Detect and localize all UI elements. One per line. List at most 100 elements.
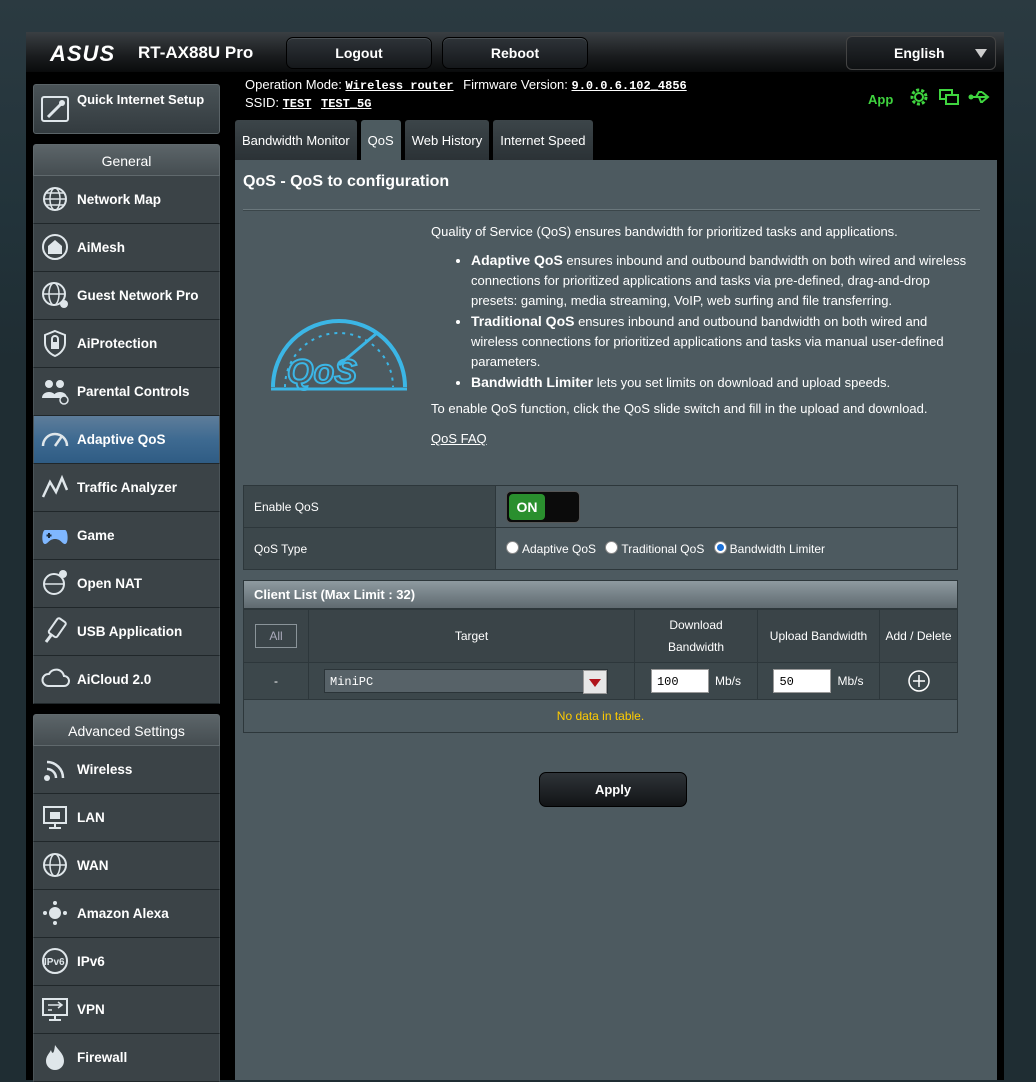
col-target: Target [308, 609, 635, 663]
all-button[interactable]: All [255, 624, 297, 648]
sidebar-item-lan[interactable]: LAN [33, 794, 220, 842]
sidebar-item-aimesh[interactable]: AiMesh [33, 224, 220, 272]
target-select[interactable]: MiniPC [324, 669, 608, 694]
general-section: General Network Map AiMesh Guest Network P… [33, 144, 220, 704]
qos-logo-text: QoS [287, 353, 357, 391]
tab-web-history[interactable]: Web History [404, 120, 490, 160]
sidebar-item-vpn[interactable]: VPN [33, 986, 220, 1034]
row-dash: - [243, 662, 309, 700]
sidebar-item-firewall[interactable]: Firewall [33, 1034, 220, 1082]
sidebar-item-label: Parental Controls [77, 384, 190, 399]
sidebar-item-aiprotection[interactable]: AiProtection [33, 320, 220, 368]
router-frame: ASUS RT-AX88U Pro Logout Reboot English … [26, 32, 1004, 1082]
sidebar-item-label: LAN [77, 810, 105, 825]
sidebar-item-label: Wireless [77, 762, 133, 777]
speedometer-icon [40, 424, 70, 454]
upload-input[interactable]: 50 [773, 669, 832, 693]
sidebar-item-label: AiMesh [77, 240, 126, 255]
vpn-icon [40, 994, 70, 1024]
sidebar-item-label: VPN [77, 1002, 105, 1017]
target-value: MiniPC [330, 675, 374, 689]
col-add-delete: Add / Delete [879, 609, 958, 663]
client-list-caption: Client List (Max Limit : 32) [243, 580, 958, 609]
sidebar-item-parental-controls[interactable]: Parental Controls [33, 368, 220, 416]
enable-qos-toggle[interactable]: ON [506, 490, 580, 523]
qos-type-label: QoS Type [243, 527, 496, 570]
lan-icon [40, 802, 70, 832]
sidebar-item-network-map[interactable]: Network Map [33, 176, 220, 224]
tab-internet-speed[interactable]: Internet Speed [493, 120, 593, 160]
traffic-chart-icon [40, 472, 70, 502]
tab-bandwidth-monitor[interactable]: Bandwidth Monitor [235, 120, 357, 160]
col-upload: Upload Bandwidth [757, 609, 880, 663]
radio-adaptive-label: Adaptive QoS [522, 542, 597, 556]
header-bar: ASUS RT-AX88U Pro Logout Reboot English [26, 32, 1004, 72]
globe-icon [40, 184, 70, 214]
qis-label: Quick Internet Setup [77, 92, 205, 107]
sidebar-item-ipv6[interactable]: IPv6 IPv6 [33, 938, 220, 986]
usb-icon [40, 616, 70, 646]
fw-version-link[interactable]: 9.0.0.6.102_4856 [572, 79, 687, 93]
language-select[interactable]: English [846, 36, 996, 70]
col-download: Download Bandwidth [634, 609, 758, 663]
sidebar-item-label: AiCloud 2.0 [77, 672, 152, 687]
dropdown-arrow-icon[interactable] [583, 670, 607, 694]
no-data-message: No data in table. [243, 699, 958, 733]
radio-adaptive-qos[interactable] [506, 541, 519, 554]
sidebar-item-aicloud-2-0[interactable]: AiCloud 2.0 [33, 656, 220, 704]
wand-icon [40, 93, 72, 130]
family-icon [40, 376, 70, 406]
bullet-traditional: Traditional QoS ensures inbound and outb… [471, 311, 976, 372]
bullet-limiter: Bandwidth Limiter lets you set limits on… [471, 372, 976, 393]
quick-internet-setup-button[interactable]: Quick Internet Setup [33, 84, 220, 134]
apply-button[interactable]: Apply [539, 772, 687, 807]
sidebar-item-label: Adaptive QoS [77, 432, 166, 447]
asus-logo: ASUS [50, 41, 116, 66]
gear-icon[interactable] [908, 86, 930, 113]
sidebar-item-usb-application[interactable]: USB Application [33, 608, 220, 656]
open-nat-icon [40, 568, 70, 598]
sidebar-item-label: WAN [77, 858, 109, 873]
cloud-icon [40, 664, 70, 694]
sidebar-item-traffic-analyzer[interactable]: Traffic Analyzer [33, 464, 220, 512]
advanced-title: Advanced Settings [33, 714, 220, 746]
reboot-button[interactable]: Reboot [442, 37, 588, 69]
app-link[interactable]: App [868, 92, 893, 107]
sidebar-item-label: Open NAT [77, 576, 142, 591]
sidebar-item-game[interactable]: Game [33, 512, 220, 560]
wireless-icon [40, 754, 70, 784]
usb-status-icon[interactable] [968, 89, 992, 110]
logout-button[interactable]: Logout [286, 37, 432, 69]
qos-faq-link[interactable]: QoS FAQ [431, 429, 976, 449]
model-name: RT-AX88U Pro [138, 43, 254, 62]
radio-traditional-label: Traditional QoS [621, 542, 705, 556]
chevron-down-icon [975, 49, 987, 58]
wan-globe-icon [40, 850, 70, 880]
enable-qos-label: Enable QoS [243, 485, 496, 528]
download-input[interactable]: 100 [650, 669, 709, 693]
radio-bandwidth-limiter[interactable] [713, 541, 727, 554]
sidebar-item-wireless[interactable]: Wireless [33, 746, 220, 794]
sidebar-item-label: Guest Network Pro [77, 288, 199, 303]
add-icon[interactable] [907, 670, 931, 692]
sidebar-item-adaptive-qos[interactable]: Adaptive QoS [33, 416, 220, 464]
sidebar-item-amazon-alexa[interactable]: Amazon Alexa [33, 890, 220, 938]
radio-traditional-qos[interactable] [605, 541, 619, 554]
aimesh-icon [40, 232, 70, 262]
sidebar-item-guest-network-pro[interactable]: Guest Network Pro [33, 272, 220, 320]
sidebar-item-label: AiProtection [77, 336, 158, 351]
op-mode-link[interactable]: Wireless router [345, 79, 453, 93]
firewall-icon [40, 1042, 70, 1072]
clients-icon[interactable] [939, 88, 960, 111]
advanced-section: Advanced Settings Wireless LAN WAN Amazon A… [33, 714, 220, 1082]
sidebar-item-open-nat[interactable]: Open NAT [33, 560, 220, 608]
ssid-2[interactable]: TEST_5G [321, 97, 371, 111]
client-list: Client List (Max Limit : 32) All Target … [243, 580, 958, 733]
tab-qos[interactable]: QoS [360, 120, 401, 160]
enable-instructions: To enable QoS function, click the QoS sl… [431, 401, 928, 416]
ssid-1[interactable]: TEST [283, 97, 312, 111]
bullet-adaptive: Adaptive QoS ensures inbound and outboun… [471, 250, 976, 311]
sidebar-item-wan[interactable]: WAN [33, 842, 220, 890]
qos-settings-table: Enable QoS ON QoS Type Adaptive QoS Trad… [243, 485, 958, 570]
guest-globe-icon [40, 280, 70, 310]
